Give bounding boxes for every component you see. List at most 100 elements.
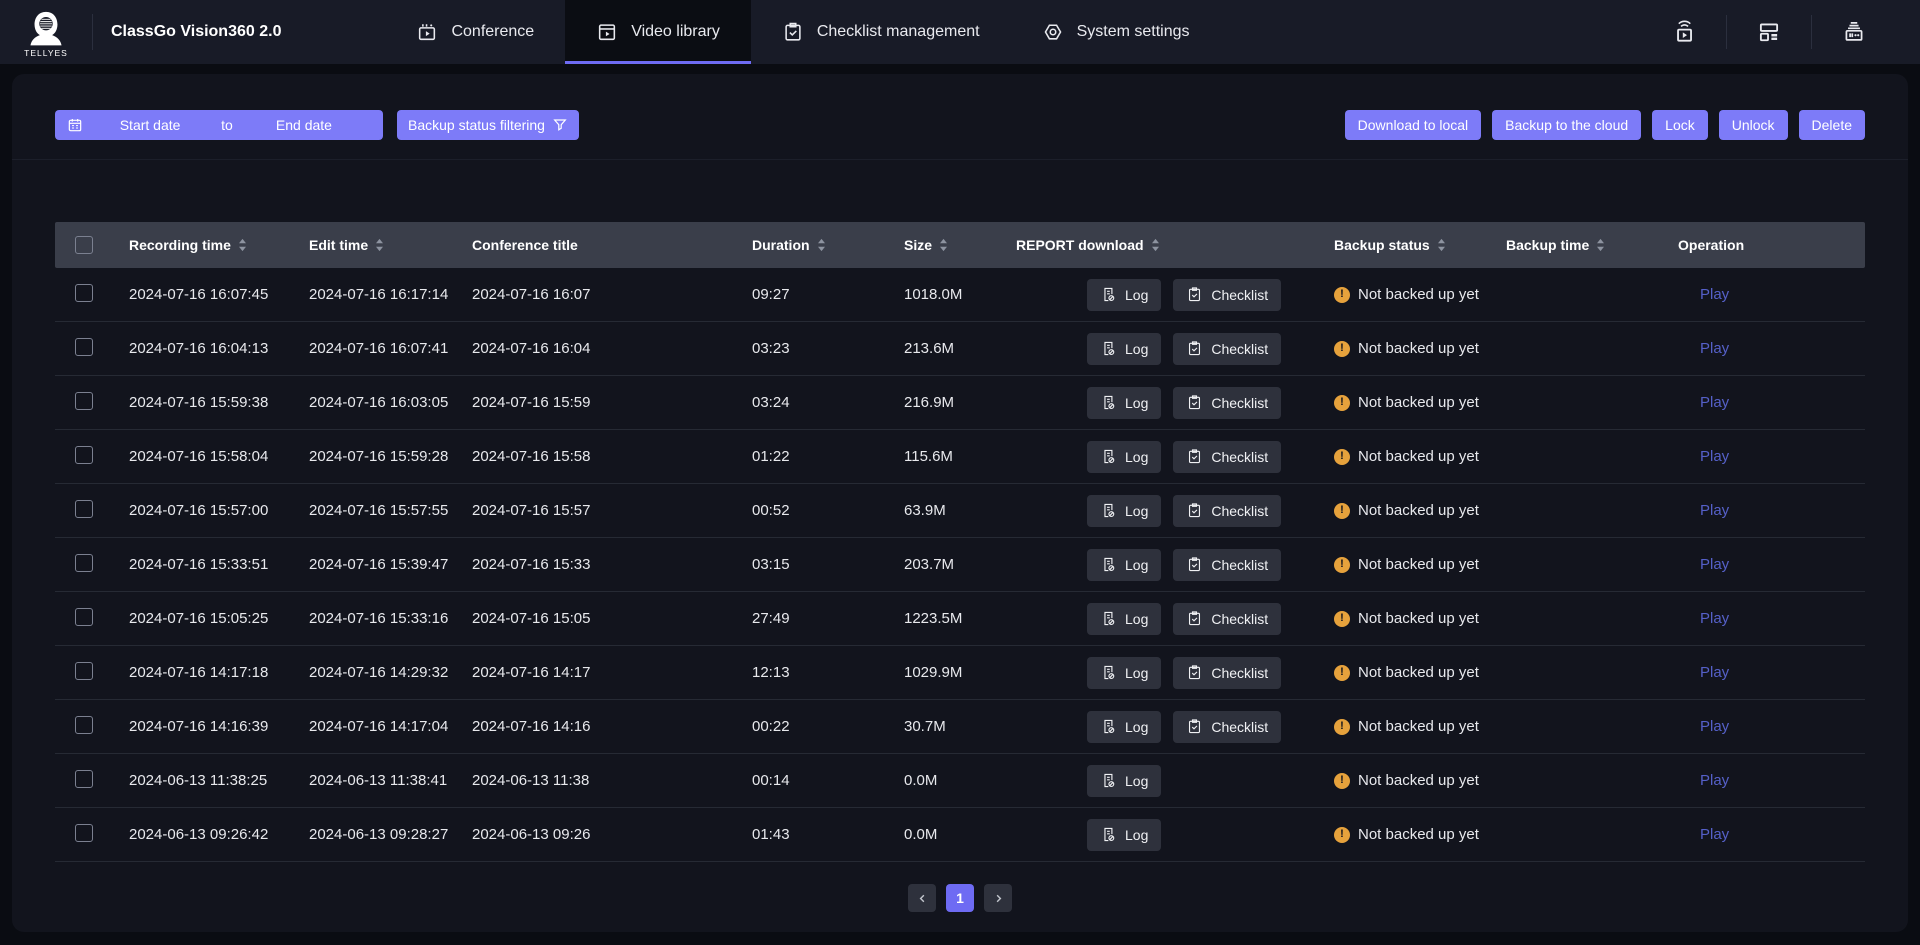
date-range-picker[interactable]: Start date to End date	[55, 110, 383, 140]
col-size[interactable]: Size	[880, 237, 992, 253]
row-checkbox[interactable]	[75, 716, 93, 734]
checklist-button[interactable]: Checklist	[1173, 279, 1281, 311]
sort-icon[interactable]	[238, 238, 247, 252]
log-button[interactable]: Log	[1087, 549, 1161, 581]
sort-icon[interactable]	[1151, 238, 1160, 252]
row-checkbox[interactable]	[75, 554, 93, 572]
play-link[interactable]: Play	[1700, 718, 1729, 735]
checklist-button[interactable]: Checklist	[1173, 387, 1281, 419]
conference-icon	[416, 21, 438, 43]
play-link[interactable]: Play	[1700, 502, 1729, 519]
log-button[interactable]: Log	[1087, 819, 1161, 851]
play-link[interactable]: Play	[1700, 340, 1729, 357]
date-range-separator: to	[217, 117, 237, 133]
cell-edit-time: 2024-07-16 14:29:32	[285, 664, 448, 681]
sort-icon[interactable]	[817, 238, 826, 252]
log-icon	[1100, 502, 1117, 519]
play-link[interactable]: Play	[1700, 556, 1729, 573]
cell-conference-title: 2024-07-16 16:07	[448, 286, 728, 303]
log-button[interactable]: Log	[1087, 279, 1161, 311]
play-link[interactable]: Play	[1700, 448, 1729, 465]
log-button[interactable]: Log	[1087, 333, 1161, 365]
log-button[interactable]: Log	[1087, 495, 1161, 527]
delete-button[interactable]: Delete	[1799, 110, 1865, 140]
checklist-icon	[1186, 718, 1203, 735]
checklist-button[interactable]: Checklist	[1173, 441, 1281, 473]
log-button[interactable]: Log	[1087, 441, 1161, 473]
play-link[interactable]: Play	[1700, 286, 1729, 303]
cell-recording-time: 2024-07-16 15:59:38	[105, 394, 285, 411]
checklist-button[interactable]: Checklist	[1173, 603, 1281, 635]
cell-report-download: Log Checklist	[992, 441, 1310, 473]
row-checkbox[interactable]	[75, 338, 93, 356]
play-link[interactable]: Play	[1700, 772, 1729, 789]
end-date-placeholder: End date	[237, 117, 371, 133]
cell-report-download: Log	[992, 765, 1310, 797]
cell-report-download: Log Checklist	[992, 333, 1310, 365]
checklist-button[interactable]: Checklist	[1173, 711, 1281, 743]
tab-checklist-management[interactable]: Checklist management	[751, 0, 1011, 64]
sort-icon[interactable]	[375, 238, 384, 252]
checklist-button[interactable]: Checklist	[1173, 657, 1281, 689]
next-page-button[interactable]	[984, 884, 1012, 912]
row-checkbox[interactable]	[75, 392, 93, 410]
col-backup-status[interactable]: Backup status	[1310, 237, 1482, 253]
checklist-management-icon	[782, 21, 804, 43]
sort-icon[interactable]	[1596, 238, 1605, 252]
col-recording-time[interactable]: Recording time	[105, 237, 285, 253]
checklist-button-label: Checklist	[1211, 611, 1268, 627]
cast-icon[interactable]	[1642, 19, 1726, 45]
play-link[interactable]: Play	[1700, 610, 1729, 627]
cell-recording-time: 2024-06-13 11:38:25	[105, 772, 285, 789]
cell-recording-time: 2024-07-16 15:58:04	[105, 448, 285, 465]
checklist-button[interactable]: Checklist	[1173, 495, 1281, 527]
pagination: 1	[12, 884, 1908, 912]
download-to-local-button[interactable]: Download to local	[1345, 110, 1482, 140]
checklist-button[interactable]: Checklist	[1173, 549, 1281, 581]
row-checkbox[interactable]	[75, 608, 93, 626]
col-operation: Operation	[1654, 237, 1865, 253]
cell-size: 63.9M	[880, 502, 992, 519]
cell-recording-time: 2024-06-13 09:26:42	[105, 826, 285, 843]
play-link[interactable]: Play	[1700, 664, 1729, 681]
log-button[interactable]: Log	[1087, 603, 1161, 635]
lock-button[interactable]: Lock	[1652, 110, 1708, 140]
row-checkbox[interactable]	[75, 770, 93, 788]
row-checkbox[interactable]	[75, 500, 93, 518]
checklist-icon	[1186, 340, 1203, 357]
row-checkbox[interactable]	[75, 446, 93, 464]
layout-icon[interactable]	[1727, 19, 1811, 45]
table-row: 2024-07-16 16:04:13 2024-07-16 16:07:41 …	[55, 322, 1865, 376]
play-link[interactable]: Play	[1700, 826, 1729, 843]
page-number-button[interactable]: 1	[946, 884, 974, 912]
recorder-device-icon[interactable]	[1812, 19, 1896, 45]
tellyes-logo-icon	[26, 11, 66, 47]
tab-video-library[interactable]: Video library	[565, 0, 751, 64]
tab-conference[interactable]: Conference	[385, 0, 565, 64]
select-all-checkbox[interactable]	[75, 236, 93, 254]
play-link[interactable]: Play	[1700, 394, 1729, 411]
col-duration[interactable]: Duration	[728, 237, 880, 253]
warning-icon: !	[1334, 395, 1350, 411]
sort-icon[interactable]	[939, 238, 948, 252]
col-backup-time[interactable]: Backup time	[1482, 237, 1654, 253]
log-icon	[1100, 340, 1117, 357]
backup-status-filter-button[interactable]: Backup status filtering	[397, 110, 579, 140]
col-edit-time[interactable]: Edit time	[285, 237, 448, 253]
log-button[interactable]: Log	[1087, 387, 1161, 419]
row-checkbox[interactable]	[75, 824, 93, 842]
warning-icon: !	[1334, 449, 1350, 465]
checklist-button[interactable]: Checklist	[1173, 333, 1281, 365]
unlock-button[interactable]: Unlock	[1719, 110, 1788, 140]
tab-system-settings[interactable]: System settings	[1011, 0, 1221, 64]
sort-icon[interactable]	[1437, 238, 1446, 252]
col-report-download[interactable]: REPORT download	[992, 237, 1310, 253]
log-button[interactable]: Log	[1087, 711, 1161, 743]
backup-status-text: Not backed up yet	[1358, 340, 1479, 357]
row-checkbox[interactable]	[75, 662, 93, 680]
log-button[interactable]: Log	[1087, 657, 1161, 689]
log-button[interactable]: Log	[1087, 765, 1161, 797]
row-checkbox[interactable]	[75, 284, 93, 302]
backup-to-cloud-button[interactable]: Backup to the cloud	[1492, 110, 1641, 140]
prev-page-button[interactable]	[908, 884, 936, 912]
